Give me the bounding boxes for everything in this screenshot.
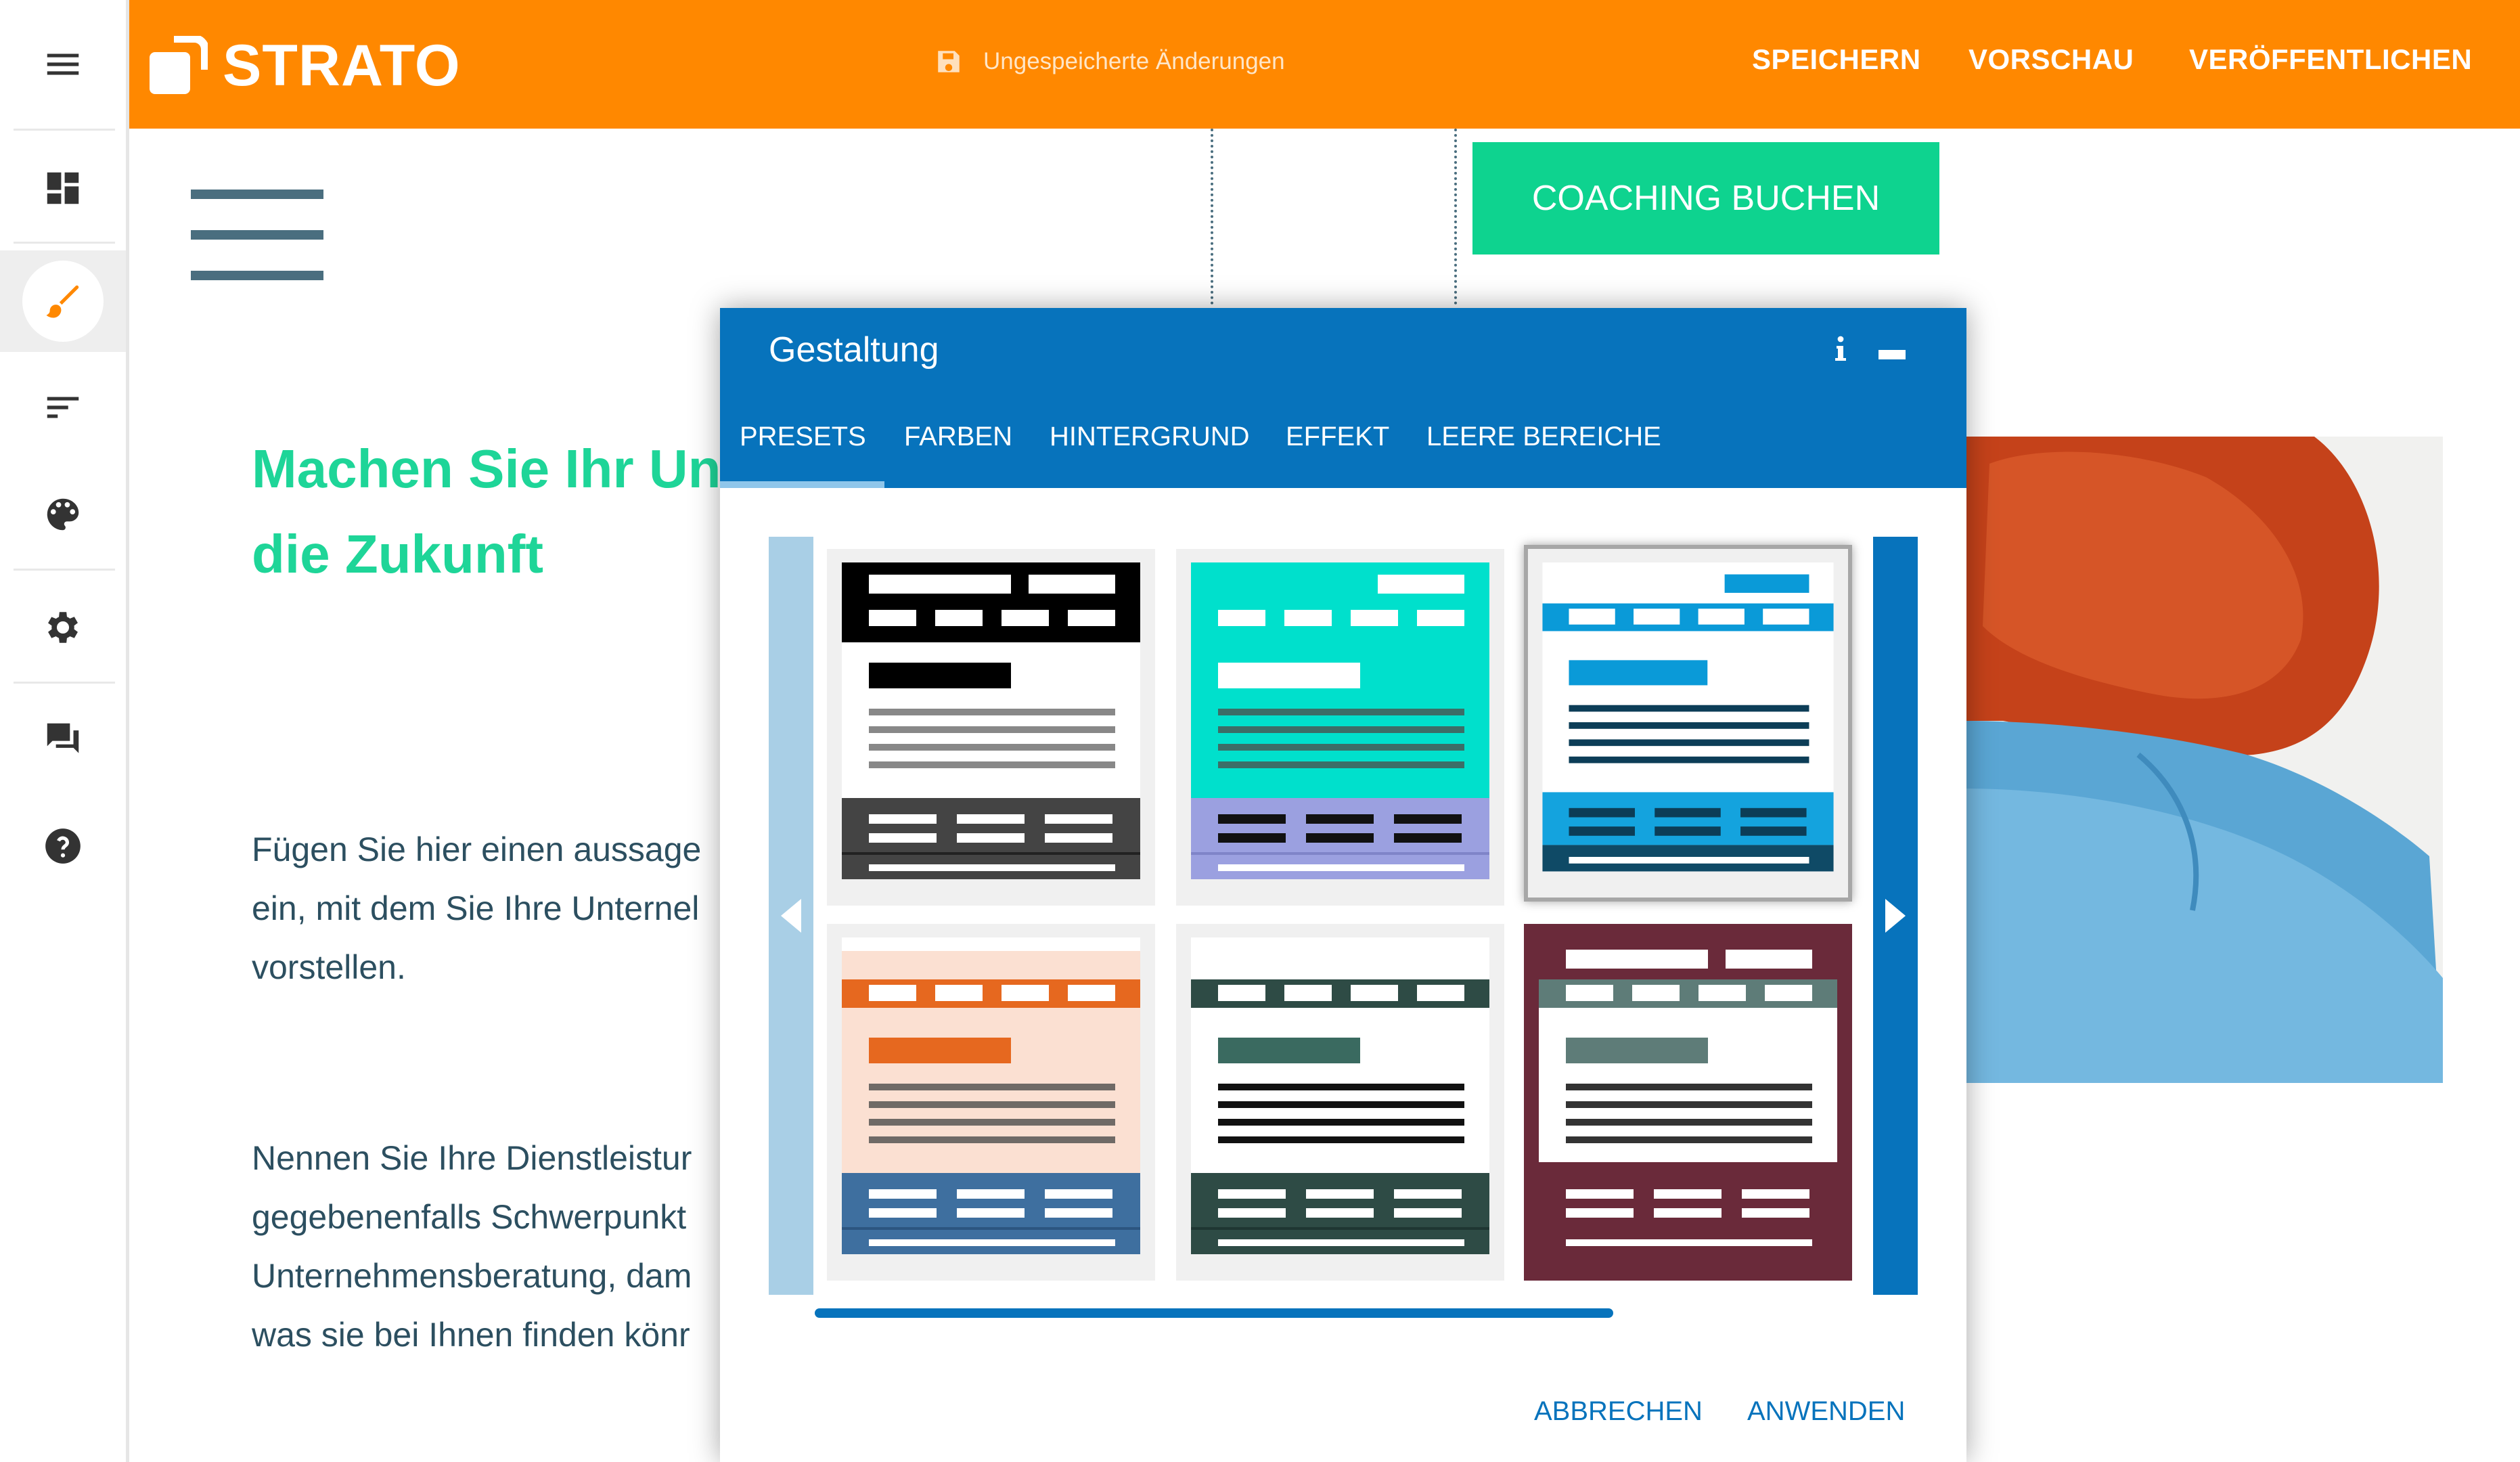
floppy-disk-icon — [938, 51, 960, 72]
sidebar-item-dashboard[interactable] — [0, 137, 126, 239]
chat-icon — [47, 723, 79, 753]
page-hamburger-menu[interactable] — [191, 190, 323, 284]
logo-text: STRATO — [223, 33, 461, 98]
sidebar-item-settings[interactable] — [0, 577, 126, 678]
active-tab-indicator — [720, 481, 884, 488]
sort-lines-icon — [47, 397, 79, 418]
unsaved-text: Ungespeicherte Änderungen — [983, 48, 1285, 74]
hero-photo — [1962, 437, 2443, 1083]
preset-orange[interactable] — [827, 924, 1155, 1281]
preset-thumbnail — [1176, 924, 1504, 1281]
preset-turquoise[interactable] — [1176, 549, 1504, 906]
unsaved-status: Ungespeicherte Änderungen — [935, 47, 1285, 76]
sidebar-item-design[interactable] — [0, 250, 126, 352]
left-sidebar — [0, 0, 129, 1462]
palette-icon — [47, 498, 79, 531]
dialog-header: Gestaltung PRESETS FARBEN HINTERGRUND EF… — [720, 308, 1966, 488]
preset-thumbnail — [827, 924, 1155, 1281]
preset-thumbnail — [1176, 549, 1504, 906]
logo-mark-icon — [150, 34, 209, 97]
minimize-icon[interactable] — [1878, 350, 1906, 359]
sidebar-divider — [14, 569, 115, 571]
coaching-button[interactable]: COACHING BUCHEN — [1472, 142, 1939, 254]
page-headline: Machen Sie Ihr Un die Zukunft — [252, 439, 721, 584]
strato-logo: STRATO — [150, 32, 461, 99]
tab-colors[interactable]: FARBEN — [904, 422, 1012, 452]
preset-burgundy[interactable] — [1524, 924, 1852, 1281]
help-icon — [45, 828, 81, 864]
active-indicator — [22, 261, 104, 342]
chevron-right-icon — [1885, 899, 1906, 933]
tab-empty-areas[interactable]: LEERE BEREICHE — [1426, 422, 1661, 452]
preset-dark-green[interactable] — [1176, 924, 1504, 1281]
chevron-left-icon — [781, 899, 801, 933]
preset-thumbnail — [827, 549, 1155, 906]
top-bar: STRATO Ungespeicherte Änderungen SPEICHE… — [129, 0, 2520, 129]
tab-background[interactable]: HINTERGRUND — [1050, 422, 1250, 452]
sidebar-item-palette[interactable] — [0, 464, 126, 565]
info-icon[interactable] — [1834, 335, 1847, 362]
dotted-guide-line — [1454, 129, 1457, 305]
publish-button[interactable]: VERÖFFENTLICHEN — [2189, 43, 2472, 76]
sidebar-item-help[interactable] — [0, 795, 126, 897]
tab-effect[interactable]: EFFEKT — [1286, 422, 1389, 452]
sidebar-item-feedback[interactable] — [0, 688, 126, 790]
design-dialog: Gestaltung PRESETS FARBEN HINTERGRUND EF… — [720, 308, 1966, 1462]
preview-button[interactable]: VORSCHAU — [1968, 43, 2134, 76]
preset-blue[interactable] — [1524, 545, 1852, 902]
dashboard-icon — [47, 172, 79, 204]
scroll-right-button[interactable] — [1873, 537, 1918, 1295]
dialog-title: Gestaltung — [769, 330, 939, 370]
brush-icon — [46, 285, 79, 318]
tab-presets[interactable]: PRESETS — [740, 422, 866, 452]
sidebar-item-content[interactable] — [0, 357, 126, 458]
services-paragraph: Nennen Sie Ihre Dienstleistur gegebenenf… — [252, 1139, 692, 1354]
scroll-left-button[interactable] — [769, 537, 813, 1295]
sidebar-divider — [14, 242, 115, 244]
dotted-guide-line — [1211, 129, 1213, 305]
sidebar-divider — [14, 682, 115, 684]
preset-thumbnail — [1524, 924, 1852, 1281]
save-button[interactable]: SPEICHERN — [1752, 43, 1921, 76]
settings-gear-icon — [48, 612, 78, 643]
menu-icon — [47, 53, 79, 75]
menu-button[interactable] — [0, 14, 126, 115]
intro-paragraph: Fügen Sie hier einen aussage ein, mit de… — [252, 830, 702, 986]
cancel-button[interactable]: ABBRECHEN — [1534, 1396, 1703, 1427]
preset-thumbnail — [1528, 549, 1848, 898]
sidebar-divider — [14, 129, 115, 131]
apply-button[interactable]: ANWENDEN — [1747, 1396, 1905, 1427]
preset-black[interactable] — [827, 549, 1155, 906]
presets-scrollbar[interactable] — [815, 1308, 1613, 1318]
